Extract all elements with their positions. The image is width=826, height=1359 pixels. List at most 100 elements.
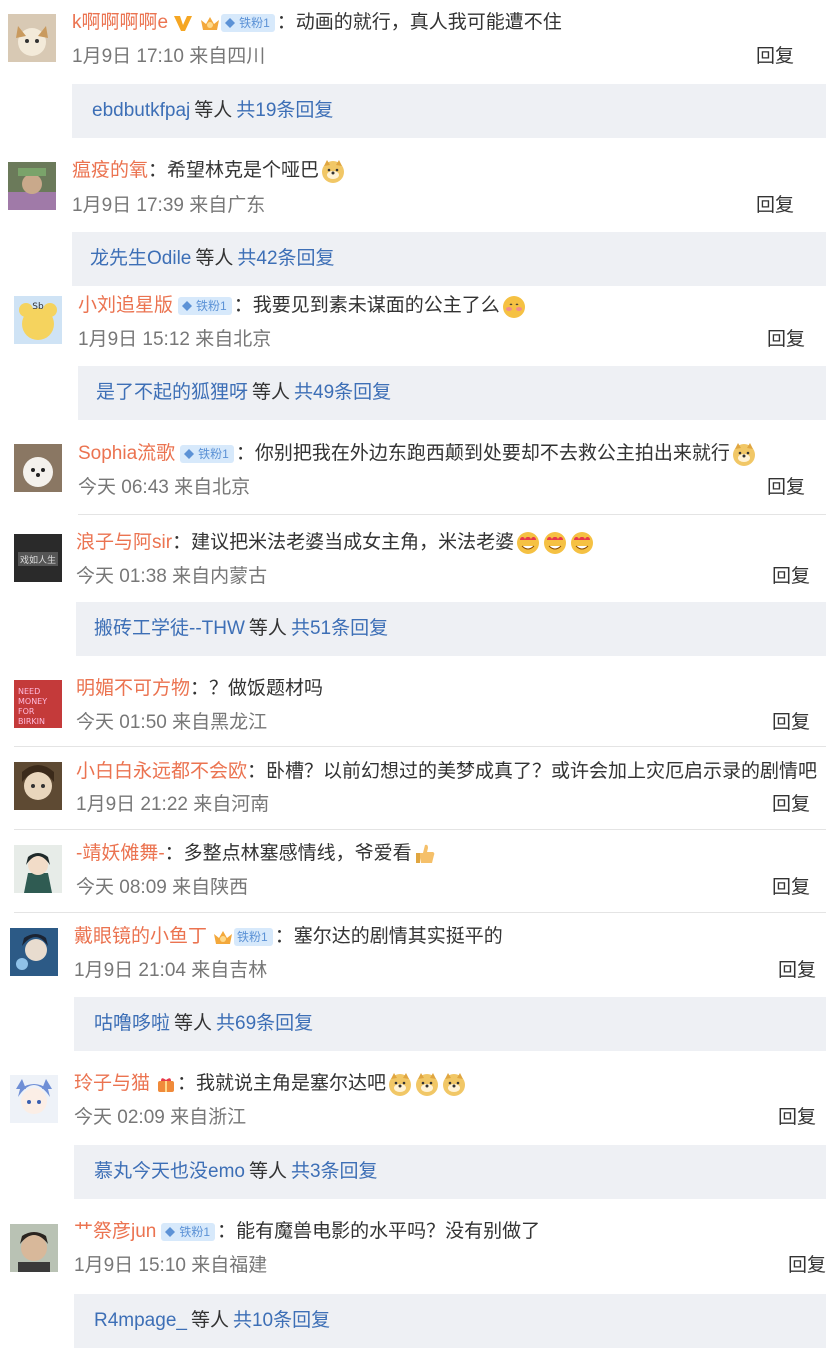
avatar[interactable] (14, 762, 62, 810)
colon: ： (274, 926, 294, 947)
comment-location: 来自四川 (189, 46, 266, 67)
diamond-icon (225, 18, 236, 28)
reply-button[interactable]: 回复 (767, 475, 805, 501)
badge-label: 铁粉1 (198, 447, 229, 461)
reply-button[interactable]: 回复 (788, 1253, 826, 1279)
reply-button[interactable]: 回复 (756, 193, 794, 219)
comment-text: 你别把我在外边东跑西颠到处要却不去救公主拍出来就行 (254, 443, 730, 464)
verified-v-icon (174, 16, 193, 31)
avatar[interactable]: 戏如人生 (14, 534, 62, 582)
fan-badge: 铁粉1 (161, 1223, 216, 1241)
thread-user[interactable]: 慕丸今天也没emo (94, 1161, 245, 1182)
reply-thread[interactable]: ebdbutkfpaj 等人 共19条回复 (72, 84, 826, 138)
thread-user[interactable]: 是了不起的狐狸呀 (96, 382, 248, 403)
comment-time: 1月9日 17:39 (72, 195, 184, 216)
username[interactable]: -靖妖傩舞- (76, 841, 165, 867)
colon: ： (217, 1221, 237, 1242)
badge-label: 铁粉1 (179, 1225, 211, 1239)
reply-thread[interactable]: R4mpage_ 等人 共10条回复 (74, 1294, 826, 1348)
avatar[interactable] (8, 162, 56, 210)
username[interactable]: 明媚不可方物 (76, 676, 190, 702)
doge-emoji-icon (443, 1073, 466, 1096)
thread-middle: 等人 (194, 100, 233, 121)
username[interactable]: 浪子与阿sir (76, 530, 172, 556)
fan-badge: 铁粉1 (178, 297, 232, 315)
diamond-icon (184, 449, 195, 459)
thread-user[interactable]: 龙先生Odile (90, 248, 191, 269)
avatar[interactable] (10, 928, 58, 976)
doge-emoji-icon (322, 160, 345, 183)
avatar[interactable] (10, 1224, 58, 1272)
comment-time: 1月9日 15:12 (78, 329, 190, 350)
comment-text: 我要见到素未谋面的公主了么 (252, 295, 500, 316)
thread-user[interactable]: 搬砖工学徒--THW (94, 618, 245, 639)
username[interactable]: 瘟疫的氧 (72, 158, 148, 184)
divider (78, 514, 826, 515)
doge-emoji-icon (389, 1073, 412, 1096)
divider (14, 746, 826, 747)
comment-time: 今天 08:09 (76, 877, 167, 898)
comment-text: 动画的就行，真人我可能遭不住 (295, 12, 562, 33)
crown-icon (201, 17, 220, 30)
username[interactable]: 戴眼镜的小鱼丁 (74, 924, 207, 950)
reply-thread[interactable]: 搬砖工学徒--THW 等人 共51条回复 (76, 602, 826, 656)
comment-location: 来自北京 (195, 329, 272, 350)
colon: ： (190, 678, 210, 699)
username[interactable]: k啊啊啊啊e (72, 10, 168, 36)
reply-button[interactable]: 回复 (772, 792, 810, 818)
reply-button[interactable]: 回复 (767, 327, 805, 353)
svg-text:NEED: NEED (18, 687, 40, 696)
colon: ： (172, 532, 192, 553)
comment-text: 建议把米法老婆当成女主角，米法老婆 (191, 532, 515, 553)
avatar[interactable]: NEED MONEY FOR BIRKIN (14, 680, 62, 728)
thread-count[interactable]: 共10条回复 (233, 1310, 330, 1331)
reply-thread[interactable]: 龙先生Odile 等人 共42条回复 (72, 232, 826, 286)
comment-text: 希望林克是个哑巴 (167, 160, 320, 181)
thread-user[interactable]: R4mpage_ (94, 1310, 187, 1331)
thread-user[interactable]: 咕噜哆啦 (94, 1013, 170, 1034)
reply-button[interactable]: 回复 (772, 710, 810, 736)
svg-text:MONEY: MONEY (18, 697, 47, 706)
username[interactable]: 小白白永远都不会欧 (76, 759, 247, 785)
username[interactable]: 玲子与猫 (74, 1071, 150, 1097)
colon: ： (148, 160, 168, 181)
thread-count[interactable]: 共3条回复 (291, 1161, 378, 1182)
comment-text: ？做饭题材吗 (209, 678, 324, 699)
avatar[interactable] (14, 845, 62, 893)
username[interactable]: 小刘追星版 (78, 293, 173, 319)
blush-emoji-icon (502, 296, 525, 318)
reply-thread[interactable]: 咕噜哆啦 等人 共69条回复 (74, 997, 826, 1051)
reply-button[interactable]: 回复 (772, 564, 810, 590)
colon: ： (247, 761, 267, 782)
reply-thread[interactable]: 是了不起的狐狸呀 等人 共49条回复 (78, 366, 826, 420)
reply-button[interactable]: 回复 (772, 875, 810, 901)
reply-button[interactable]: 回复 (778, 1105, 816, 1131)
avatar[interactable] (14, 444, 62, 492)
reply-thread[interactable]: 慕丸今天也没emo 等人 共3条回复 (74, 1145, 826, 1199)
reply-button[interactable]: 回复 (778, 958, 816, 984)
avatar[interactable]: Sb (14, 296, 62, 344)
doge-emoji-icon (416, 1073, 439, 1096)
svg-text:BIRKIN: BIRKIN (18, 717, 45, 726)
divider (14, 912, 826, 913)
comment-time: 今天 02:09 (74, 1107, 165, 1128)
avatar[interactable] (10, 1075, 58, 1123)
diamond-icon (165, 1227, 176, 1237)
thread-middle: 等人 (195, 248, 234, 269)
doge-emoji-icon (732, 443, 755, 466)
thread-count[interactable]: 共51条回复 (291, 618, 388, 639)
username[interactable]: Sophia流歌 (78, 441, 175, 467)
thread-count[interactable]: 共42条回复 (237, 248, 334, 269)
comment-location: 来自内蒙古 (172, 566, 268, 587)
comment-time: 1月9日 21:04 (74, 960, 186, 981)
username[interactable]: 艹祭彦jun (74, 1219, 156, 1245)
thread-user[interactable]: ebdbutkfpaj (92, 100, 190, 121)
gift-icon (158, 1078, 175, 1092)
thread-count[interactable]: 共19条回复 (236, 100, 333, 121)
thread-count[interactable]: 共49条回复 (294, 382, 391, 403)
reply-button[interactable]: 回复 (756, 44, 794, 70)
avatar[interactable] (8, 14, 56, 62)
thread-count[interactable]: 共69条回复 (216, 1013, 313, 1034)
badge-label: 铁粉1 (239, 16, 270, 30)
comment-location: 来自北京 (174, 477, 251, 498)
